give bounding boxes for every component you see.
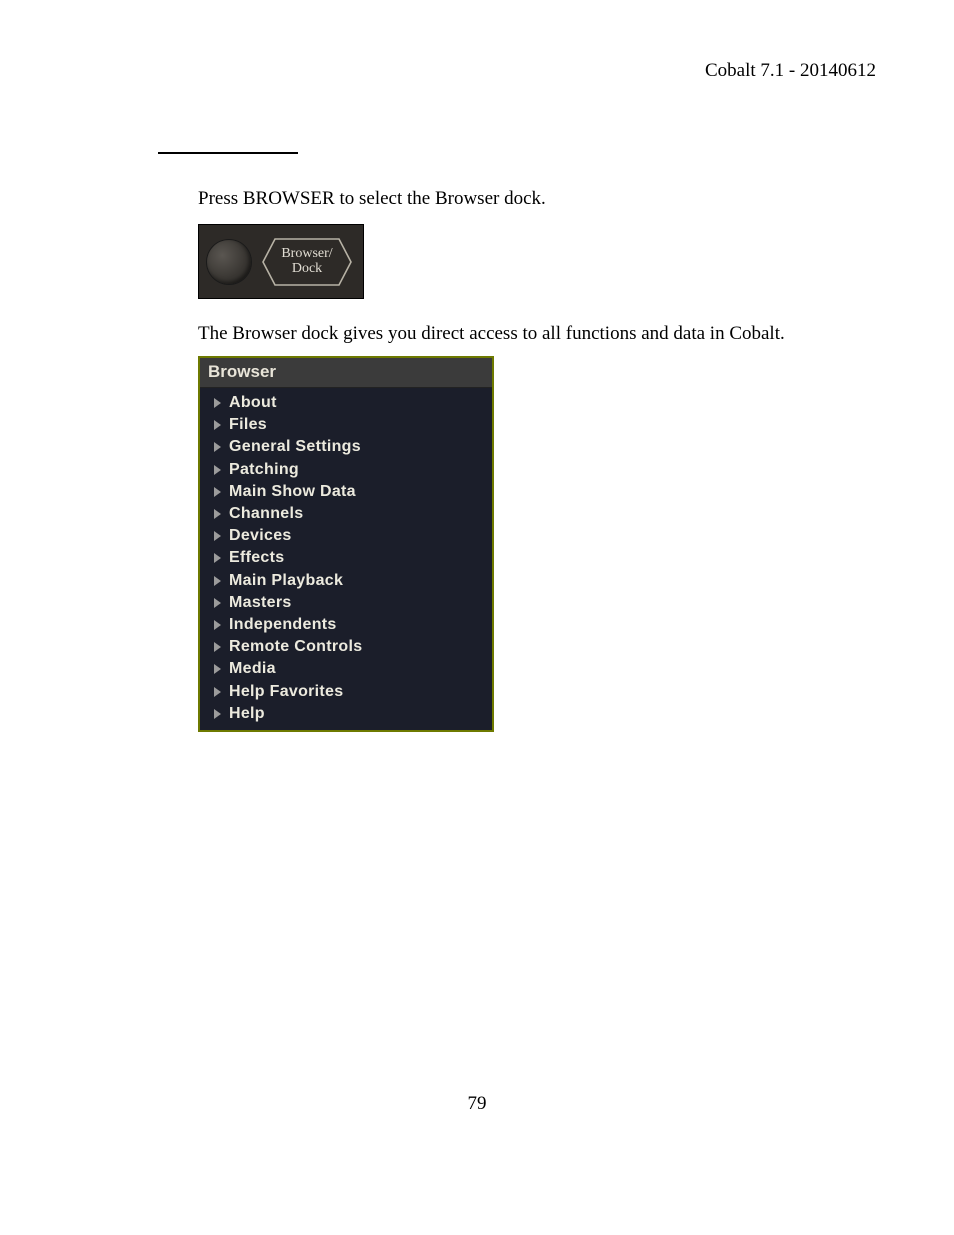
browser-item-label: Remote Controls xyxy=(229,638,362,656)
paragraph-intro: Press BROWSER to select the Browser dock… xyxy=(198,188,546,210)
browser-item-effects[interactable]: Effects xyxy=(200,547,492,569)
browser-tree: About Files General Settings Patching Ma… xyxy=(200,388,492,725)
circle-button-icon xyxy=(207,240,251,284)
browser-item-masters[interactable]: Masters xyxy=(200,592,492,614)
browser-item-remote-controls[interactable]: Remote Controls xyxy=(200,636,492,658)
browser-item-label: Devices xyxy=(229,527,292,545)
browser-item-patching[interactable]: Patching xyxy=(200,459,492,481)
browser-item-files[interactable]: Files xyxy=(200,414,492,436)
chevron-right-icon xyxy=(214,709,221,719)
browser-item-general-settings[interactable]: General Settings xyxy=(200,436,492,458)
browser-panel-title: Browser xyxy=(200,358,492,388)
browser-dock-panel: Browser About Files General Settings Pat… xyxy=(198,356,494,732)
chevron-right-icon xyxy=(214,509,221,519)
browser-item-label: Help xyxy=(229,705,265,723)
browser-item-label: Help Favorites xyxy=(229,683,343,701)
browser-item-media[interactable]: Media xyxy=(200,658,492,680)
chevron-right-icon xyxy=(214,442,221,452)
browser-item-independents[interactable]: Independents xyxy=(200,614,492,636)
chevron-right-icon xyxy=(214,420,221,430)
chevron-right-icon xyxy=(214,487,221,497)
browser-item-label: Main Show Data xyxy=(229,483,356,501)
chevron-right-icon xyxy=(214,664,221,674)
hexagon-button-label: Browser/ Dock xyxy=(281,247,332,276)
browser-item-label: Main Playback xyxy=(229,572,343,590)
hex-label-line2: Dock xyxy=(292,261,322,276)
chevron-right-icon xyxy=(214,531,221,541)
page-header-version: Cobalt 7.1 - 20140612 xyxy=(705,60,876,82)
browser-item-label: About xyxy=(229,394,277,412)
paragraph-description: The Browser dock gives you direct access… xyxy=(198,323,785,345)
browser-item-label: Patching xyxy=(229,461,299,479)
browser-item-label: Effects xyxy=(229,549,284,567)
chevron-right-icon xyxy=(214,598,221,608)
hexagon-button-icon: Browser/ Dock xyxy=(261,237,353,287)
chevron-right-icon xyxy=(214,687,221,697)
chevron-right-icon xyxy=(214,398,221,408)
browser-item-main-playback[interactable]: Main Playback xyxy=(200,570,492,592)
browser-item-label: Channels xyxy=(229,505,303,523)
browser-item-help-favorites[interactable]: Help Favorites xyxy=(200,680,492,702)
browser-item-label: General Settings xyxy=(229,438,361,456)
browser-item-main-show-data[interactable]: Main Show Data xyxy=(200,481,492,503)
browser-item-label: Masters xyxy=(229,594,292,612)
browser-item-channels[interactable]: Channels xyxy=(200,503,492,525)
chevron-right-icon xyxy=(214,553,221,563)
browser-item-label: Independents xyxy=(229,616,337,634)
chevron-right-icon xyxy=(214,465,221,475)
browser-item-help[interactable]: Help xyxy=(200,703,492,725)
browser-dock-button-figure: Browser/ Dock xyxy=(198,224,364,299)
browser-item-about[interactable]: About xyxy=(200,392,492,414)
chevron-right-icon xyxy=(214,642,221,652)
browser-item-label: Media xyxy=(229,660,276,678)
chevron-right-icon xyxy=(214,620,221,630)
hex-label-line1: Browser/ xyxy=(281,246,332,261)
section-divider xyxy=(158,152,298,154)
chevron-right-icon xyxy=(214,576,221,586)
browser-item-devices[interactable]: Devices xyxy=(200,525,492,547)
browser-item-label: Files xyxy=(229,416,267,434)
page-number: 79 xyxy=(0,1093,954,1115)
